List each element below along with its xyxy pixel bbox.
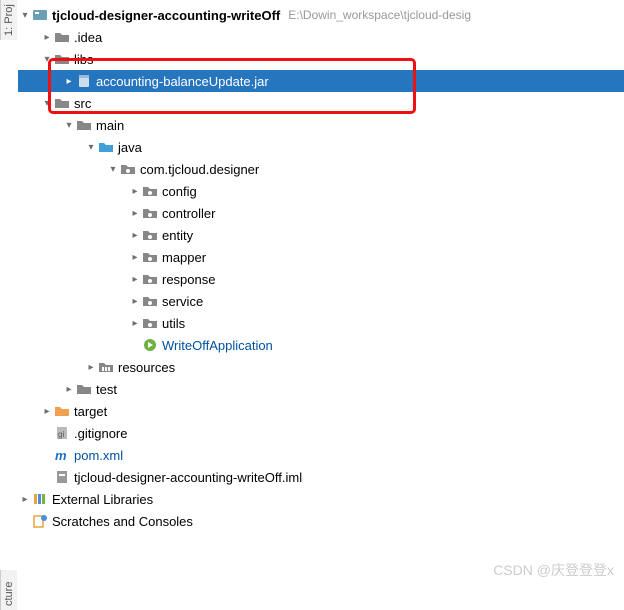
spring-run-icon	[142, 337, 158, 353]
tree-label: utils	[162, 316, 193, 331]
tree-label: tjcloud-designer-accounting-writeOff.iml	[74, 470, 310, 485]
tree-row-gitignore[interactable]: ▸ gi .gitignore	[18, 422, 624, 444]
tree-row-utils[interactable]: ▸ utils	[18, 312, 624, 334]
chevron-right-icon[interactable]: ▸	[128, 318, 142, 329]
chevron-down-icon[interactable]: ▾	[62, 120, 76, 131]
chevron-right-icon[interactable]: ▸	[128, 296, 142, 307]
chevron-right-icon[interactable]: ▸	[40, 406, 54, 417]
svg-text:m: m	[55, 448, 67, 463]
package-icon	[120, 161, 136, 177]
tree-label: service	[162, 294, 211, 309]
tree-label: response	[162, 272, 223, 287]
tree-row-libs[interactable]: ▾ libs	[18, 48, 624, 70]
chevron-right-icon[interactable]: ▸	[84, 362, 98, 373]
tree-row-pom[interactable]: ▸ m pom.xml	[18, 444, 624, 466]
chevron-down-icon[interactable]: ▾	[106, 164, 120, 175]
chevron-down-icon[interactable]: ▾	[18, 10, 32, 21]
tree-row-scratches[interactable]: ▸ Scratches and Consoles	[18, 510, 624, 532]
tree-label: pom.xml	[74, 448, 131, 463]
chevron-right-icon[interactable]: ▸	[128, 230, 142, 241]
tree-label: target	[74, 404, 115, 419]
tree-path: E:\Dowin_workspace\tjcloud-desig	[288, 8, 471, 22]
tree-row-iml[interactable]: ▸ tjcloud-designer-accounting-writeOff.i…	[18, 466, 624, 488]
excluded-folder-icon	[54, 403, 70, 419]
package-icon	[142, 315, 158, 331]
folder-icon	[54, 29, 70, 45]
gitignore-icon: gi	[54, 425, 70, 441]
maven-icon: m	[54, 447, 70, 463]
tool-tab-structure[interactable]: cture	[0, 570, 17, 610]
folder-icon	[76, 117, 92, 133]
chevron-right-icon[interactable]: ▸	[62, 384, 76, 395]
tree-label: External Libraries	[52, 492, 161, 507]
chevron-right-icon[interactable]: ▸	[128, 252, 142, 263]
tree-label: com.tjcloud.designer	[140, 162, 267, 177]
package-icon	[142, 183, 158, 199]
tree-label: entity	[162, 228, 201, 243]
folder-icon	[54, 95, 70, 111]
module-icon	[32, 7, 48, 23]
tree-row-controller[interactable]: ▸ controller	[18, 202, 624, 224]
tree-row-src[interactable]: ▾ src	[18, 92, 624, 114]
tree-row-java[interactable]: ▾ java	[18, 136, 624, 158]
tree-row-idea[interactable]: ▸ .idea	[18, 26, 624, 48]
tree-label: config	[162, 184, 205, 199]
source-folder-icon	[98, 139, 114, 155]
tree-row-main[interactable]: ▾ main	[18, 114, 624, 136]
jar-icon	[76, 73, 92, 89]
tree-row-response[interactable]: ▸ response	[18, 268, 624, 290]
library-icon	[32, 491, 48, 507]
tool-tab-project[interactable]: 1: Proj	[0, 0, 17, 40]
chevron-right-icon[interactable]: ▸	[18, 494, 32, 505]
svg-text:gi: gi	[58, 430, 64, 439]
tree-label: .idea	[74, 30, 110, 45]
scratches-icon	[32, 513, 48, 529]
tree-label: accounting-balanceUpdate.jar	[96, 74, 277, 89]
tree-label: WriteOffApplication	[162, 338, 281, 353]
tree-row-jar[interactable]: ▸ accounting-balanceUpdate.jar	[18, 70, 624, 92]
tree-label: libs	[74, 52, 102, 67]
tree-label: tjcloud-designer-accounting-writeOff	[52, 8, 288, 23]
tree-label: test	[96, 382, 125, 397]
project-tree: ▾ tjcloud-designer-accounting-writeOff E…	[18, 4, 624, 532]
tree-label: main	[96, 118, 132, 133]
tree-row-package[interactable]: ▾ com.tjcloud.designer	[18, 158, 624, 180]
resources-folder-icon	[98, 359, 114, 375]
tree-row-config[interactable]: ▸ config	[18, 180, 624, 202]
tree-row-service[interactable]: ▸ service	[18, 290, 624, 312]
chevron-right-icon[interactable]: ▸	[128, 186, 142, 197]
tree-row-entity[interactable]: ▸ entity	[18, 224, 624, 246]
tree-label: resources	[118, 360, 183, 375]
tree-row-test[interactable]: ▸ test	[18, 378, 624, 400]
tree-row-root[interactable]: ▾ tjcloud-designer-accounting-writeOff E…	[18, 4, 624, 26]
chevron-right-icon[interactable]: ▸	[128, 274, 142, 285]
package-icon	[142, 205, 158, 221]
tree-row-external-libs[interactable]: ▸ External Libraries	[18, 488, 624, 510]
folder-icon	[76, 381, 92, 397]
tree-row-resources[interactable]: ▸ resources	[18, 356, 624, 378]
package-icon	[142, 227, 158, 243]
chevron-down-icon[interactable]: ▾	[40, 54, 54, 65]
package-icon	[142, 249, 158, 265]
tree-label: .gitignore	[74, 426, 135, 441]
chevron-right-icon[interactable]: ▸	[62, 76, 76, 87]
chevron-right-icon[interactable]: ▸	[128, 208, 142, 219]
tree-label: Scratches and Consoles	[52, 514, 201, 529]
folder-icon	[54, 51, 70, 67]
tree-label: controller	[162, 206, 223, 221]
tree-row-target[interactable]: ▸ target	[18, 400, 624, 422]
chevron-right-icon[interactable]: ▸	[40, 32, 54, 43]
tree-label: mapper	[162, 250, 214, 265]
tree-row-application[interactable]: ▸ WriteOffApplication	[18, 334, 624, 356]
package-icon	[142, 271, 158, 287]
chevron-down-icon[interactable]: ▾	[84, 142, 98, 153]
tree-row-mapper[interactable]: ▸ mapper	[18, 246, 624, 268]
watermark: CSDN @庆登登登x	[493, 560, 614, 580]
tree-label: src	[74, 96, 99, 111]
tree-label: java	[118, 140, 150, 155]
package-icon	[142, 293, 158, 309]
iml-icon	[54, 469, 70, 485]
chevron-down-icon[interactable]: ▾	[40, 98, 54, 109]
